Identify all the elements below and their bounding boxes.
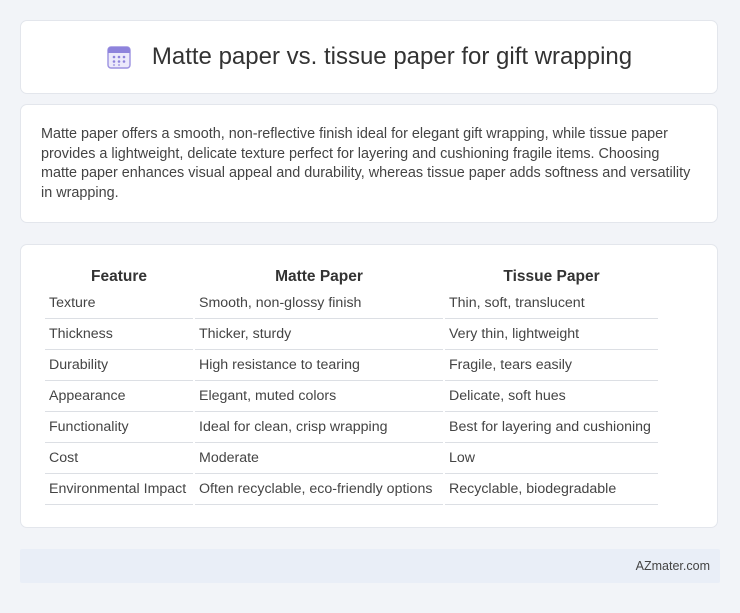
column-header-matte-paper: Matte Paper [275, 267, 363, 285]
column-header-tissue-paper: Tissue Paper [503, 267, 600, 285]
matte-cell: Often recyclable, eco-friendly options [195, 474, 443, 505]
table-row: Texture Smooth, non-glossy finish Thin, … [45, 288, 658, 319]
feature-cell: Durability [45, 350, 193, 381]
feature-cell: Texture [45, 288, 193, 319]
footer-bar: AZmater.com [20, 549, 720, 583]
matte-cell: Ideal for clean, crisp wrapping [195, 412, 443, 443]
comparison-card: Feature Matte Paper Tissue Paper Texture… [20, 244, 718, 528]
feature-cell: Cost [45, 443, 193, 474]
matte-cell: High resistance to tearing [195, 350, 443, 381]
column-header-feature: Feature [91, 267, 147, 285]
feature-cell: Functionality [45, 412, 193, 443]
tissue-cell: Delicate, soft hues [445, 381, 658, 412]
title-card: Matte paper vs. tissue paper for gift wr… [20, 20, 718, 94]
matte-cell: Moderate [195, 443, 443, 474]
matte-cell: Smooth, non-glossy finish [195, 288, 443, 319]
table-row: Functionality Ideal for clean, crisp wra… [45, 412, 658, 443]
page-title: Matte paper vs. tissue paper for gift wr… [151, 43, 633, 70]
table-row: Appearance Elegant, muted colors Delicat… [45, 381, 658, 412]
table-row: Environmental Impact Often recyclable, e… [45, 474, 658, 505]
matte-cell: Thicker, sturdy [195, 319, 443, 350]
feature-cell: Thickness [45, 319, 193, 350]
tissue-cell: Low [445, 443, 658, 474]
matte-cell: Elegant, muted colors [195, 381, 443, 412]
table-row: Durability High resistance to tearing Fr… [45, 350, 658, 381]
intro-text: Matte paper offers a smooth, non-reflect… [41, 126, 691, 201]
table-row: Thickness Thicker, sturdy Very thin, lig… [45, 319, 658, 350]
tissue-cell: Fragile, tears easily [445, 350, 658, 381]
intro-card: Matte paper offers a smooth, non-reflect… [20, 104, 718, 223]
tissue-cell: Thin, soft, translucent [445, 288, 658, 319]
tissue-cell: Very thin, lightweight [445, 319, 658, 350]
calendar-icon [106, 44, 132, 70]
comparison-table: Feature Matte Paper Tissue Paper Texture… [43, 265, 660, 505]
footer-brand-link[interactable]: AZmater.com [636, 559, 710, 573]
table-row: Cost Moderate Low [45, 443, 658, 474]
tissue-cell: Recyclable, biodegradable [445, 474, 658, 505]
feature-cell: Environmental Impact [45, 474, 193, 505]
table-header-row: Feature Matte Paper Tissue Paper [45, 265, 658, 288]
tissue-cell: Best for layering and cushioning [445, 412, 658, 443]
feature-cell: Appearance [45, 381, 193, 412]
